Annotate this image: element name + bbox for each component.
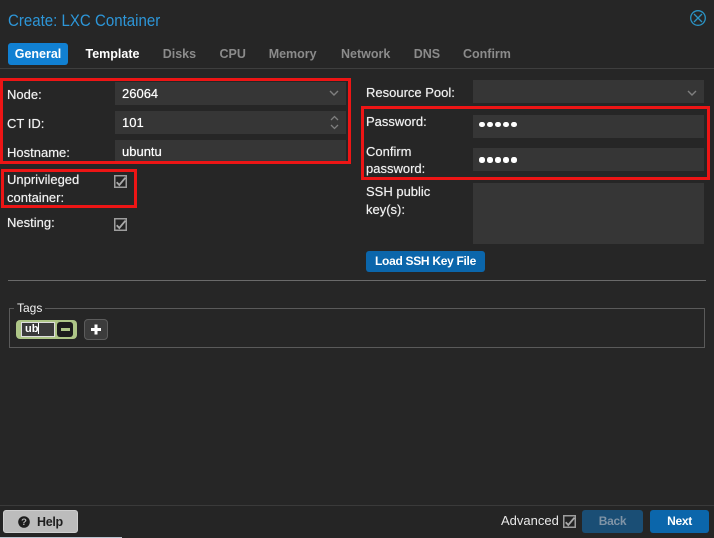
svg-text:?: ? xyxy=(21,517,27,528)
